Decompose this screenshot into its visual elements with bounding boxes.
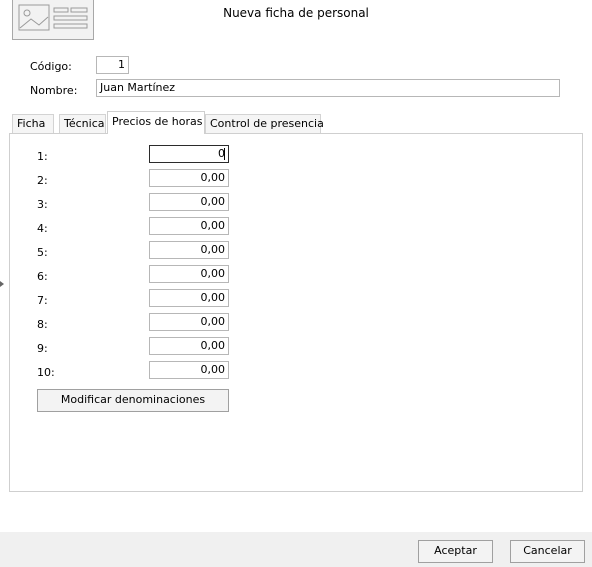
price-label-4: 4: — [37, 222, 48, 235]
text-caret — [224, 148, 225, 160]
tab-precios-de-horas[interactable]: Precios de horas — [107, 111, 205, 134]
price-field-6[interactable]: 0,00 — [149, 265, 229, 283]
window-title: Nueva ficha de personal — [223, 6, 369, 20]
tab-tecnica[interactable]: Técnica — [59, 114, 106, 133]
price-label-8: 8: — [37, 318, 48, 331]
price-field-9[interactable]: 0,00 — [149, 337, 229, 355]
price-field-10[interactable]: 0,00 — [149, 361, 229, 379]
price-label-2: 2: — [37, 174, 48, 187]
modificar-denominaciones-button[interactable]: Modificar denominaciones — [37, 389, 229, 412]
price-field-1[interactable]: 0 — [149, 145, 229, 163]
price-field-4[interactable]: 0,00 — [149, 217, 229, 235]
dialog-footer — [0, 532, 592, 567]
price-label-7: 7: — [37, 294, 48, 307]
price-label-9: 9: — [37, 342, 48, 355]
tab-ficha[interactable]: Ficha — [12, 114, 54, 133]
price-label-3: 3: — [37, 198, 48, 211]
codigo-label: Código: — [30, 60, 72, 73]
nombre-field[interactable]: Juan Martínez — [96, 79, 560, 97]
aceptar-button[interactable]: Aceptar — [418, 540, 493, 563]
nombre-label: Nombre: — [30, 84, 78, 97]
price-field-8[interactable]: 0,00 — [149, 313, 229, 331]
price-field-5[interactable]: 0,00 — [149, 241, 229, 259]
left-edge-arrow-icon — [0, 280, 4, 287]
price-label-10: 10: — [37, 366, 55, 379]
price-label-5: 5: — [37, 246, 48, 259]
tab-panel — [9, 133, 583, 492]
price-field-3[interactable]: 0,00 — [149, 193, 229, 211]
price-field-2[interactable]: 0,00 — [149, 169, 229, 187]
cancelar-button[interactable]: Cancelar — [510, 540, 585, 563]
tab-control-de-presencia[interactable]: Control de presencia — [205, 114, 324, 133]
price-field-7[interactable]: 0,00 — [149, 289, 229, 307]
price-label-6: 6: — [37, 270, 48, 283]
codigo-field[interactable]: 1 — [96, 56, 129, 74]
price-label-1: 1: — [37, 150, 48, 163]
